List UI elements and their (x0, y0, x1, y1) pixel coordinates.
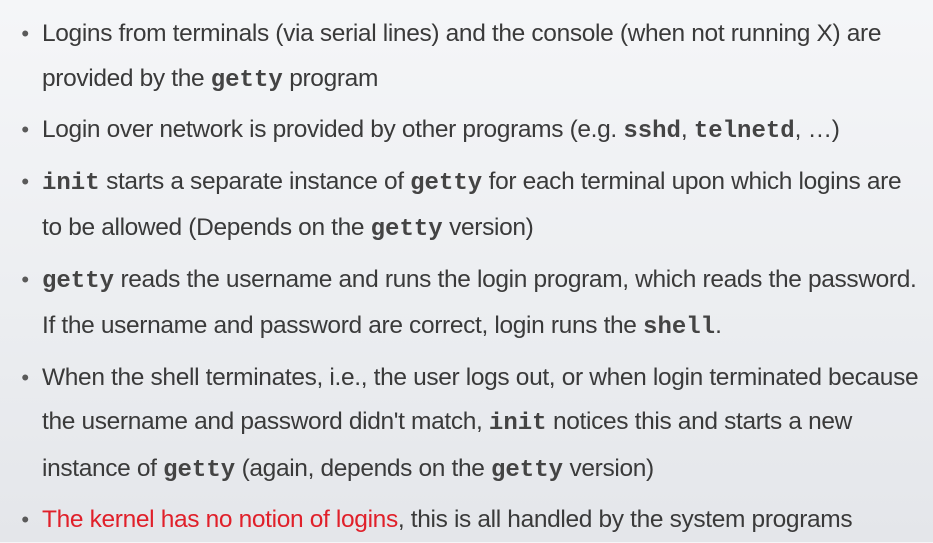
text-segment: , this is all handled by the system prog… (397, 506, 853, 533)
text-segment: Logins from terminals (via serial lines)… (42, 20, 882, 92)
item-text: getty reads the username and runs the lo… (42, 265, 917, 342)
item-text: Logins from terminals (via serial lines)… (42, 20, 882, 94)
text-segment: version) (442, 214, 534, 241)
code-term: getty (491, 456, 564, 484)
bullet-item-network-login: • Login over network is provided by othe… (14, 108, 923, 155)
bullet-icon: • (21, 507, 29, 532)
bullet-item-shell-terminates: • When the shell terminates, i.e., the u… (14, 356, 923, 494)
bullet-icon: • (21, 21, 29, 46)
bullet-icon: • (21, 117, 29, 142)
code-term: getty (210, 66, 283, 94)
bullet-icon: • (21, 266, 29, 292)
code-term: getty (42, 267, 115, 295)
highlight-text: The kernel has no notion of logins (42, 506, 398, 533)
code-term: init (488, 410, 547, 437)
code-term: getty (410, 169, 483, 197)
text-segment: . (715, 312, 722, 339)
bullet-item-getty-reads: • getty reads the username and runs the … (14, 258, 923, 351)
text-segment: , …) (794, 116, 840, 143)
text-segment: reads the username and runs the login pr… (42, 265, 917, 340)
bullet-icon: • (21, 168, 29, 194)
item-text: init starts a separate instance of getty… (42, 167, 902, 244)
slide: • Logins from terminals (via serial line… (0, 0, 933, 542)
code-term: telnetd (693, 118, 795, 145)
text-segment: version) (563, 454, 654, 482)
text-segment: Login over network is provided by other … (42, 116, 624, 143)
text-segment: (again, depends on the (235, 454, 491, 482)
bullet-item-init-getty: • init starts a separate instance of get… (14, 160, 923, 253)
text-segment: program (282, 64, 379, 92)
item-text: Login over network is provided by other … (42, 116, 840, 145)
code-term: shell (643, 314, 716, 341)
item-text: When the shell terminates, i.e., the use… (42, 364, 919, 484)
bullet-icon: • (21, 364, 29, 390)
item-text: The kernel has no notion of logins, this… (42, 506, 853, 533)
text-segment: starts a separate instance of (99, 167, 411, 195)
code-term: getty (163, 456, 236, 484)
code-term: init (42, 169, 100, 197)
bullet-list: • Logins from terminals (via serial line… (14, 12, 923, 543)
text-segment: , (680, 116, 694, 143)
code-term: sshd (623, 118, 681, 145)
code-term: getty (370, 216, 443, 243)
bullet-item-getty-program: • Logins from terminals (via serial line… (14, 12, 923, 103)
bullet-item-kernel-logins: • The kernel has no notion of logins, th… (14, 498, 923, 543)
